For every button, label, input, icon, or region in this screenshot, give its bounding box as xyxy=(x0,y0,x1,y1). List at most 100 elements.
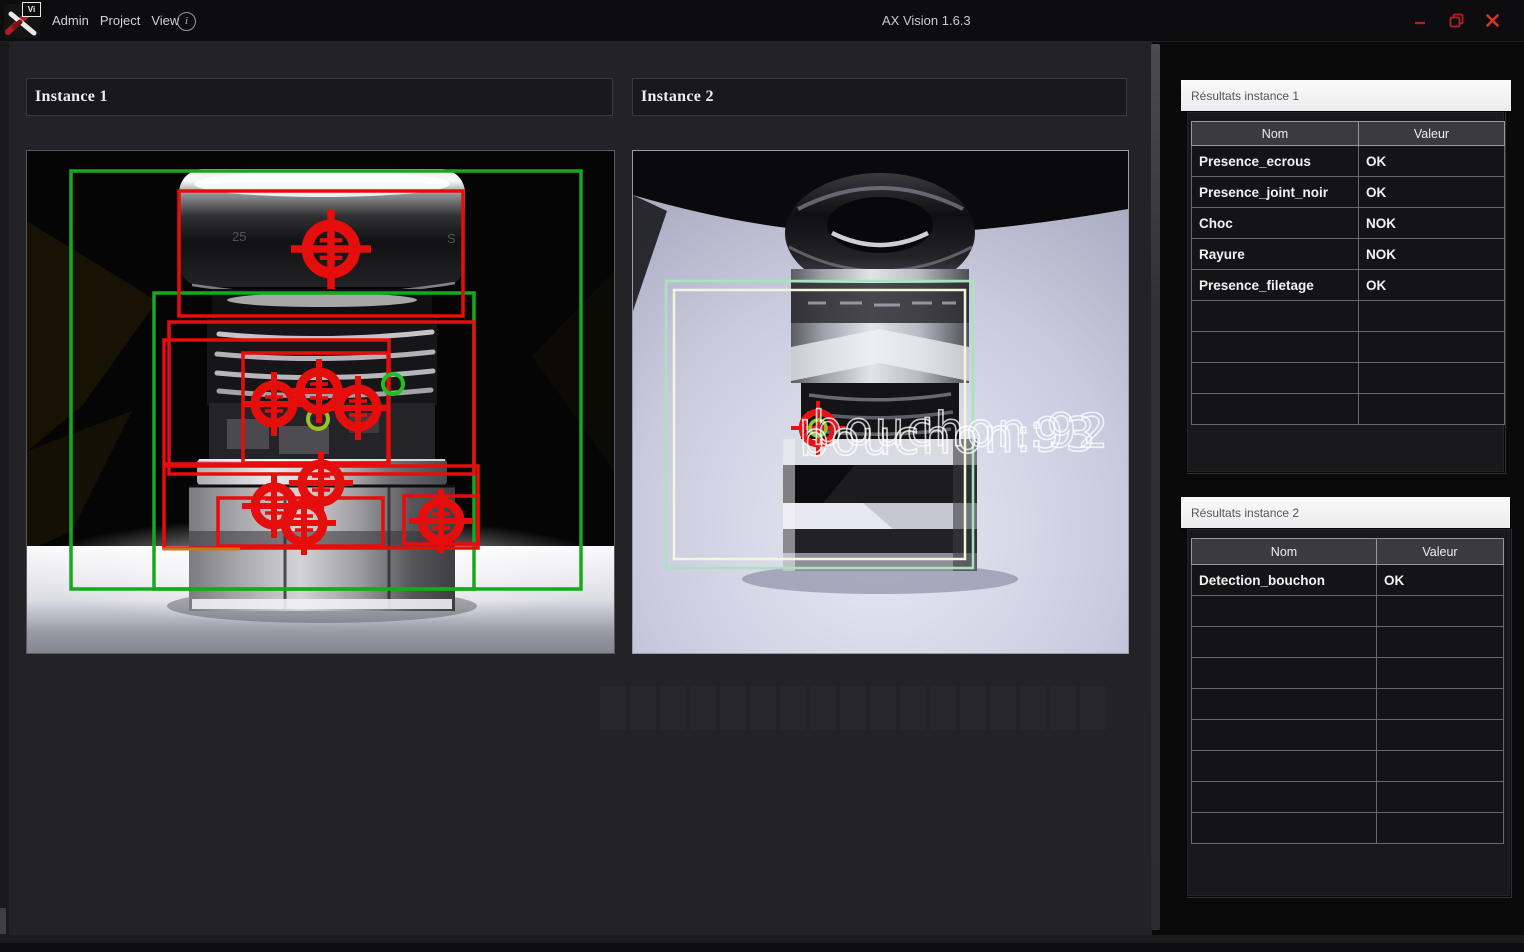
table-row xyxy=(1192,596,1504,627)
result-name xyxy=(1192,720,1377,751)
result-name: Presence_ecrous xyxy=(1192,146,1359,177)
result-value: OK xyxy=(1359,146,1505,177)
scrollbar-thumb[interactable] xyxy=(1151,44,1160,930)
result-value xyxy=(1377,596,1504,627)
instance1-header: Instance 1 xyxy=(26,78,613,116)
column-header-nom: Nom xyxy=(1192,122,1359,146)
result-value xyxy=(1377,658,1504,689)
result-value xyxy=(1377,689,1504,720)
result-value xyxy=(1377,813,1504,844)
instance2-photo: bouchon:93 bouchon:92 xyxy=(633,151,1128,653)
result-name xyxy=(1192,394,1359,425)
table-row xyxy=(1192,720,1504,751)
result-name: Choc xyxy=(1192,208,1359,239)
menu-view[interactable]: View xyxy=(151,13,179,28)
result-name xyxy=(1192,596,1377,627)
result-name: Detection_bouchon xyxy=(1192,565,1377,596)
column-header-valeur: Valeur xyxy=(1359,122,1505,146)
title-bar: Vi Admin Project View i AX Vision 1.6.3 xyxy=(0,0,1524,42)
result-name xyxy=(1192,332,1359,363)
menu-bar: Admin Project View xyxy=(52,0,179,41)
results1-table: Nom Valeur Presence_ecrousOKPresence_joi… xyxy=(1191,121,1505,425)
result-value: NOK xyxy=(1359,239,1505,270)
result-value xyxy=(1359,394,1505,425)
gland-part-2 xyxy=(783,173,977,571)
left-tick xyxy=(0,908,6,934)
app-window: Vi Admin Project View i AX Vision 1.6.3 xyxy=(0,0,1524,952)
results1-title: Résultats instance 1 xyxy=(1191,89,1299,103)
instance2-header: Instance 2 xyxy=(632,78,1127,116)
result-value xyxy=(1377,720,1504,751)
vertical-scrollbar[interactable] xyxy=(1151,44,1160,930)
app-title: AX Vision 1.6.3 xyxy=(882,13,971,28)
results2-table: Nom Valeur Detection_bouchonOK xyxy=(1191,538,1504,844)
table-row xyxy=(1192,301,1505,332)
column-header-valeur: Valeur xyxy=(1377,539,1504,565)
table-row xyxy=(1192,394,1505,425)
table-row xyxy=(1192,782,1504,813)
result-name xyxy=(1192,627,1377,658)
table-row: ChocNOK xyxy=(1192,208,1505,239)
results2-panel-header: Résultats instance 2 xyxy=(1181,497,1510,528)
result-value xyxy=(1377,751,1504,782)
column-header-nom: Nom xyxy=(1192,539,1377,565)
result-name xyxy=(1192,751,1377,782)
table-row xyxy=(1192,627,1504,658)
instance1-title: Instance 1 xyxy=(35,88,108,106)
result-value: NOK xyxy=(1359,208,1505,239)
result-value: OK xyxy=(1359,270,1505,301)
result-value xyxy=(1359,301,1505,332)
close-button[interactable] xyxy=(1484,13,1500,29)
result-name: Presence_filetage xyxy=(1192,270,1359,301)
info-icon[interactable]: i xyxy=(177,12,196,31)
ghost-artifact xyxy=(600,686,1106,730)
table-row xyxy=(1192,751,1504,782)
result-name xyxy=(1192,363,1359,394)
menu-project[interactable]: Project xyxy=(100,13,140,28)
menu-admin[interactable]: Admin xyxy=(52,13,89,28)
instance1-image: 25 S xyxy=(26,150,615,654)
result-value xyxy=(1377,627,1504,658)
result-value xyxy=(1377,782,1504,813)
result-name: Presence_joint_noir xyxy=(1192,177,1359,208)
instance2-image: bouchon:93 bouchon:92 xyxy=(632,150,1129,654)
window-controls xyxy=(1412,0,1500,41)
results2-panel-body: Nom Valeur Detection_bouchonOK xyxy=(1186,528,1511,897)
table-row xyxy=(1192,689,1504,720)
result-value: OK xyxy=(1377,565,1504,596)
result-name xyxy=(1192,813,1377,844)
table-row: Presence_filetageOK xyxy=(1192,270,1505,301)
table-row xyxy=(1192,363,1505,394)
window-bottom-edge xyxy=(0,943,1524,952)
table-row xyxy=(1192,658,1504,689)
table-row: Presence_ecrousOK xyxy=(1192,146,1505,177)
app-logo-icon: Vi xyxy=(4,2,42,40)
result-name xyxy=(1192,689,1377,720)
maximize-button[interactable] xyxy=(1448,13,1464,29)
result-name xyxy=(1192,658,1377,689)
result-name: Rayure xyxy=(1192,239,1359,270)
bottom-strip xyxy=(0,935,1524,943)
table-row xyxy=(1192,813,1504,844)
result-value: OK xyxy=(1359,177,1505,208)
results1-panel-body: Nom Valeur Presence_ecrousOKPresence_joi… xyxy=(1186,111,1505,473)
ghost-annotation: bouchon:93 bouchon:92 xyxy=(798,401,1110,467)
table-row: Presence_joint_noirOK xyxy=(1192,177,1505,208)
cap-marking-25: 25 xyxy=(232,229,246,244)
result-name xyxy=(1192,782,1377,813)
logo-badge: Vi xyxy=(22,2,41,17)
cap-marking-s: S xyxy=(447,231,456,246)
table-row: Detection_bouchonOK xyxy=(1192,565,1504,596)
instance1-photo: 25 S xyxy=(27,151,614,653)
instance2-title: Instance 2 xyxy=(641,88,714,106)
results2-title: Résultats instance 2 xyxy=(1191,506,1299,520)
result-name xyxy=(1192,301,1359,332)
annotation-text: bouchon:92 xyxy=(812,401,1111,459)
result-value xyxy=(1359,363,1505,394)
result-value xyxy=(1359,332,1505,363)
table-row: RayureNOK xyxy=(1192,239,1505,270)
table-row xyxy=(1192,332,1505,363)
results1-panel-header: Résultats instance 1 xyxy=(1181,80,1511,111)
left-edge-shade xyxy=(0,42,9,935)
minimize-button[interactable] xyxy=(1412,13,1428,29)
